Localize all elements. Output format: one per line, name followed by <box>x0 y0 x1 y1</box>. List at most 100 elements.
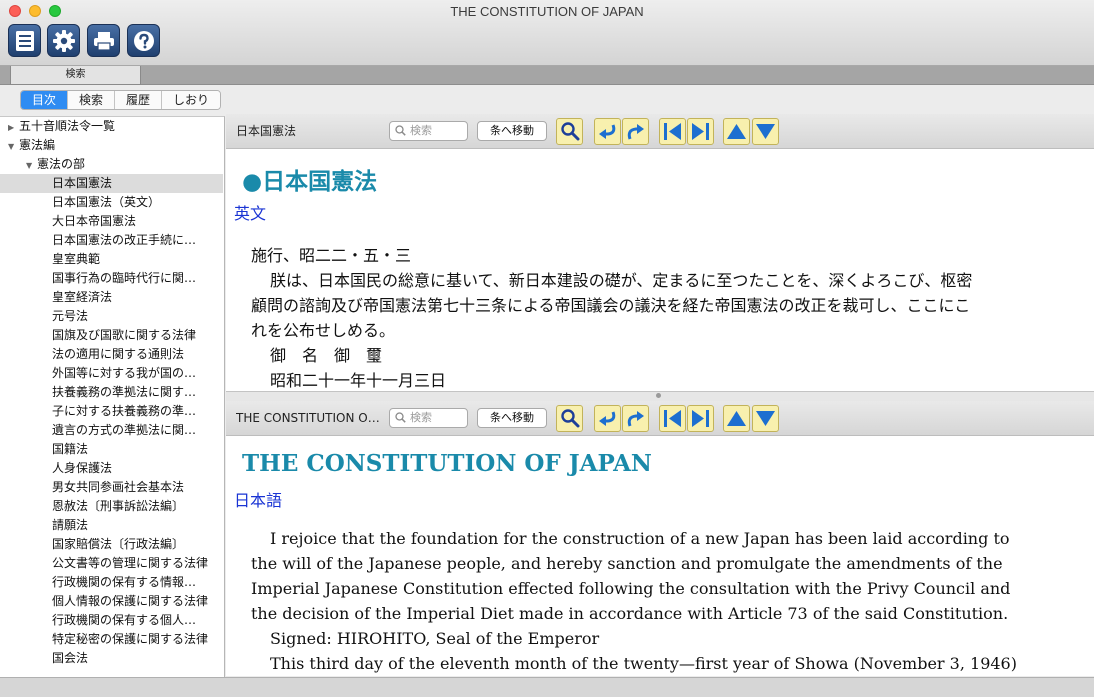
search-icon <box>561 122 580 141</box>
tree-item[interactable]: 外国等に対する我が国の… <box>0 364 223 383</box>
list-icon <box>15 30 34 51</box>
top-pane-toolbar: 日本国憲法 検索 条へ移動 <box>226 114 1094 149</box>
tree-item[interactable]: 国家賠償法〔行政法編〕 <box>0 535 223 554</box>
back-icon <box>599 411 616 426</box>
contents-button[interactable] <box>8 24 41 57</box>
tree-item[interactable]: 特定秘密の保護に関する法律 <box>0 630 223 649</box>
bottom-find-button[interactable] <box>556 405 583 432</box>
tree-item-label: 請願法 <box>52 518 89 532</box>
tree-item[interactable]: 子に対する扶養義務の準… <box>0 402 223 421</box>
tree-item[interactable]: 国籍法 <box>0 440 223 459</box>
tree-item-label: 特定秘密の保護に関する法律 <box>52 632 209 646</box>
pane-divider[interactable] <box>226 391 1094 401</box>
tree-item[interactable]: 国会法 <box>0 649 223 668</box>
tree-item-label: 国家賠償法〔行政法編〕 <box>52 537 185 551</box>
document-text-line: the will of the Japanese people, and her… <box>251 554 1003 573</box>
document-text-line: Signed: HIROHITO, Seal of the Emperor <box>270 629 600 648</box>
japanese-link[interactable]: 日本語 <box>234 487 282 511</box>
tree-item-label: 個人情報の保護に関する法律 <box>52 594 209 608</box>
tab-search[interactable]: 検索 <box>68 91 116 109</box>
bottom-pane-search-input[interactable]: 検索 <box>389 408 468 428</box>
tree-item-label: 遺言の方式の準拠法に関… <box>52 423 197 437</box>
top-next-button[interactable] <box>687 118 714 145</box>
top-scroll-down-button[interactable] <box>752 118 779 145</box>
tree-item[interactable]: 日本国憲法の改正手続に… <box>0 231 223 250</box>
tree-item[interactable]: 日本国憲法（英文） <box>0 193 223 212</box>
tree-item[interactable]: 元号法 <box>0 307 223 326</box>
tree-item[interactable]: ▼ 憲法編 <box>0 136 223 155</box>
tree-item[interactable]: 公文書等の管理に関する法律 <box>0 554 223 573</box>
tab-contents[interactable]: 目次 <box>21 91 69 109</box>
disclosure-expanded-icon[interactable]: ▼ <box>26 156 37 174</box>
tree-item[interactable]: 皇室典範 <box>0 250 223 269</box>
bottom-pane-search-placeholder: 検索 <box>410 411 432 424</box>
document-text-line: 朕は、日本国民の総意に基いて、新日本建設の礎が、定まるに至つたことを、深くよろこ… <box>270 271 973 290</box>
bottom-forward-button[interactable] <box>622 405 649 432</box>
top-find-button[interactable] <box>556 118 583 145</box>
tab-bookmarks[interactable]: しおり <box>162 91 221 109</box>
top-previous-button[interactable] <box>659 118 686 145</box>
tree-item[interactable]: 大日本帝国憲法 <box>0 212 223 231</box>
tree-item[interactable]: 国旗及び国歌に関する法律 <box>0 326 223 345</box>
tree-item[interactable]: 人身保護法 <box>0 459 223 478</box>
tree-item-label: 外国等に対する我が国の… <box>52 366 197 380</box>
tree-item-label: 国旗及び国歌に関する法律 <box>52 328 197 342</box>
tree-item-label: 日本国憲法（英文） <box>52 195 161 209</box>
top-pane-search-placeholder: 検索 <box>410 124 432 137</box>
top-pane-search-input[interactable]: 検索 <box>389 121 468 141</box>
up-icon <box>727 124 746 139</box>
tree-item[interactable]: 行政機関の保有する情報… <box>0 573 223 592</box>
tree-item-label: 男女共同参画社会基本法 <box>52 480 185 494</box>
bottom-next-button[interactable] <box>687 405 714 432</box>
english-link[interactable]: 英文 <box>234 200 266 224</box>
top-scroll-up-button[interactable] <box>723 118 750 145</box>
help-button[interactable] <box>127 24 160 57</box>
down-icon <box>756 411 775 426</box>
tree-item[interactable]: 皇室経済法 <box>0 288 223 307</box>
window-chrome: THE CONSTITUTION OF JAPAN <box>0 0 1094 66</box>
bottom-scroll-down-button[interactable] <box>752 405 779 432</box>
tree-item[interactable]: 遺言の方式の準拠法に関… <box>0 421 223 440</box>
tree-item-label: 大日本帝国憲法 <box>52 214 137 228</box>
bottom-pane-content: THE CONSTITUTION OF JAPAN 日本語 I rejoice … <box>226 436 1094 676</box>
sidebar-tabs: 目次 検索 履歴 しおり <box>20 90 222 110</box>
top-pane-content: ●日本国憲法 英文 施行、昭二二・五・三 朕は、日本国民の総意に基いて、新日本建設… <box>226 149 1094 391</box>
bottom-previous-button[interactable] <box>659 405 686 432</box>
tree-item-label: 国籍法 <box>52 442 89 456</box>
top-pane-goto-button[interactable]: 条へ移動 <box>477 121 547 141</box>
disclosure-collapsed-icon[interactable]: ▶ <box>8 118 19 136</box>
tree-item[interactable]: ▶ 五十音順法令一覧 <box>0 117 223 136</box>
tree-item[interactable]: 行政機関の保有する個人… <box>0 611 223 630</box>
search-icon <box>561 409 580 428</box>
tree-item[interactable]: 扶養義務の準拠法に関す… <box>0 383 223 402</box>
print-button[interactable] <box>87 24 120 57</box>
bottom-back-button[interactable] <box>594 405 621 432</box>
disclosure-expanded-icon[interactable]: ▼ <box>8 137 19 155</box>
tree-item[interactable]: ▼ 憲法の部 <box>0 155 223 174</box>
tree-item[interactable]: 個人情報の保護に関する法律 <box>0 592 223 611</box>
bottom-pane-goto-button[interactable]: 条へ移動 <box>477 408 547 428</box>
settings-button[interactable] <box>47 24 80 57</box>
tree-item-label: 子に対する扶養義務の準… <box>52 404 197 418</box>
tree-item[interactable]: 国事行為の臨時代行に関… <box>0 269 223 288</box>
search-tab[interactable]: 検索 <box>10 66 141 85</box>
tree-item[interactable]: 請願法 <box>0 516 223 535</box>
search-icon <box>395 412 406 423</box>
bottom-scroll-up-button[interactable] <box>723 405 750 432</box>
tree-item-label: 恩赦法〔刑事訴訟法編〕 <box>52 499 185 513</box>
tree-item[interactable]: 日本国憲法 <box>0 174 223 193</box>
prev-icon <box>664 410 681 427</box>
tree-item[interactable]: 恩赦法〔刑事訴訟法編〕 <box>0 497 223 516</box>
top-forward-button[interactable] <box>622 118 649 145</box>
tree-item-label: 公文書等の管理に関する法律 <box>52 556 209 570</box>
bottom-pane-title: THE CONSTITUTION OF JAPAN <box>236 411 386 425</box>
forward-icon <box>627 411 644 427</box>
tab-history[interactable]: 履歴 <box>115 91 163 109</box>
tree-item-label: 憲法の部 <box>37 157 86 171</box>
document-text-line: れを公布せしめる。 <box>251 321 396 340</box>
tree-item-label: 憲法編 <box>19 138 56 152</box>
tree-item[interactable]: 法の適用に関する通則法 <box>0 345 223 364</box>
top-back-button[interactable] <box>594 118 621 145</box>
status-bar <box>0 677 1094 697</box>
tree-item[interactable]: 男女共同参画社会基本法 <box>0 478 223 497</box>
